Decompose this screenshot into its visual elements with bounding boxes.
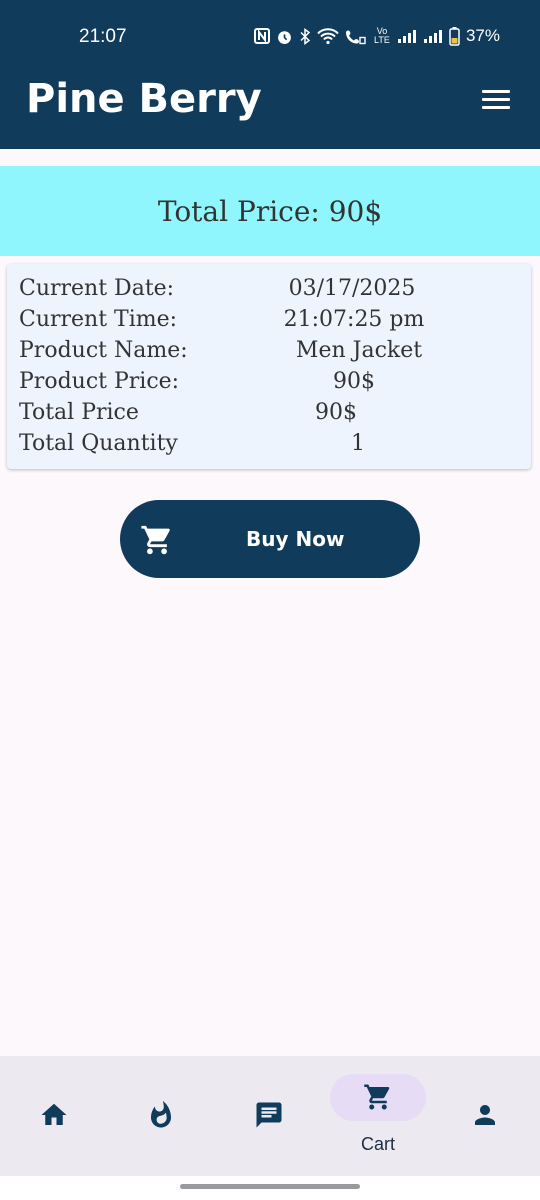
bluetooth-icon bbox=[300, 27, 311, 45]
status-bar: 21:07 Vo LTE 37% bbox=[0, 0, 540, 72]
detail-row-current-time: Current Time: 21:07:25 pm bbox=[7, 307, 531, 338]
detail-row-product-price: Product Price: 90$ bbox=[7, 369, 531, 400]
volte-badge: Vo LTE bbox=[374, 26, 390, 45]
nav-item-messages[interactable] bbox=[216, 1056, 324, 1176]
wifi-calling-icon bbox=[345, 30, 366, 44]
detail-value: 03/17/2025 bbox=[288, 276, 416, 301]
nav-cart-label: Cart bbox=[360, 1134, 395, 1154]
detail-label: Current Time: bbox=[19, 307, 178, 332]
person-icon bbox=[475, 1105, 495, 1125]
status-time: 21:07 bbox=[79, 26, 127, 47]
total-price-banner: Total Price: 90$ bbox=[0, 166, 540, 256]
detail-label: Product Name: bbox=[19, 338, 188, 363]
detail-row-product-name: Product Name: Men Jacket bbox=[7, 338, 531, 369]
nav-item-home[interactable] bbox=[0, 1056, 108, 1176]
fire-icon bbox=[151, 1100, 171, 1128]
status-icons: Vo LTE 37% bbox=[253, 26, 500, 46]
detail-label: Current Date: bbox=[19, 276, 175, 301]
gesture-handle[interactable] bbox=[180, 1184, 360, 1189]
detail-value: 90$ bbox=[315, 400, 357, 425]
app-title: Pine Berry bbox=[26, 76, 262, 122]
detail-row-total-price: Total Price 90$ bbox=[7, 400, 531, 431]
wifi-icon bbox=[317, 27, 339, 44]
detail-value: 90$ bbox=[333, 369, 375, 394]
home-icon bbox=[41, 1103, 67, 1125]
order-details-card: Current Date: 03/17/2025 Current Time: 2… bbox=[7, 264, 531, 469]
detail-row-current-date: Current Date: 03/17/2025 bbox=[7, 276, 531, 307]
total-price-text: Total Price: 90$ bbox=[157, 194, 383, 228]
signal-icon-2 bbox=[423, 30, 442, 43]
nfc-icon bbox=[253, 28, 270, 44]
detail-value: 21:07:25 pm bbox=[283, 307, 425, 332]
detail-row-total-quantity: Total Quantity 1 bbox=[7, 431, 531, 462]
bottom-navigation bbox=[0, 1056, 540, 1176]
alarm-icon bbox=[278, 30, 291, 44]
chat-icon bbox=[256, 1102, 282, 1128]
cart-icon bbox=[141, 525, 170, 555]
detail-value: 1 bbox=[351, 431, 365, 456]
nav-item-trending[interactable] bbox=[108, 1056, 216, 1176]
battery-percent: 37% bbox=[465, 26, 500, 45]
battery-icon bbox=[449, 26, 460, 46]
detail-value: Men Jacket bbox=[295, 338, 423, 363]
detail-label: Product Price: bbox=[19, 369, 180, 394]
detail-label: Total Quantity bbox=[19, 431, 178, 456]
app-bar: Pine Berry bbox=[0, 72, 540, 149]
nav-item-profile[interactable] bbox=[432, 1056, 540, 1176]
buy-now-button[interactable]: Buy Now bbox=[120, 500, 420, 578]
signal-icon bbox=[397, 30, 416, 43]
hamburger-menu-icon[interactable] bbox=[482, 90, 510, 114]
detail-label: Total Price bbox=[19, 400, 139, 425]
cart-icon bbox=[364, 1084, 390, 1110]
buy-now-label: Buy Now bbox=[246, 527, 345, 551]
